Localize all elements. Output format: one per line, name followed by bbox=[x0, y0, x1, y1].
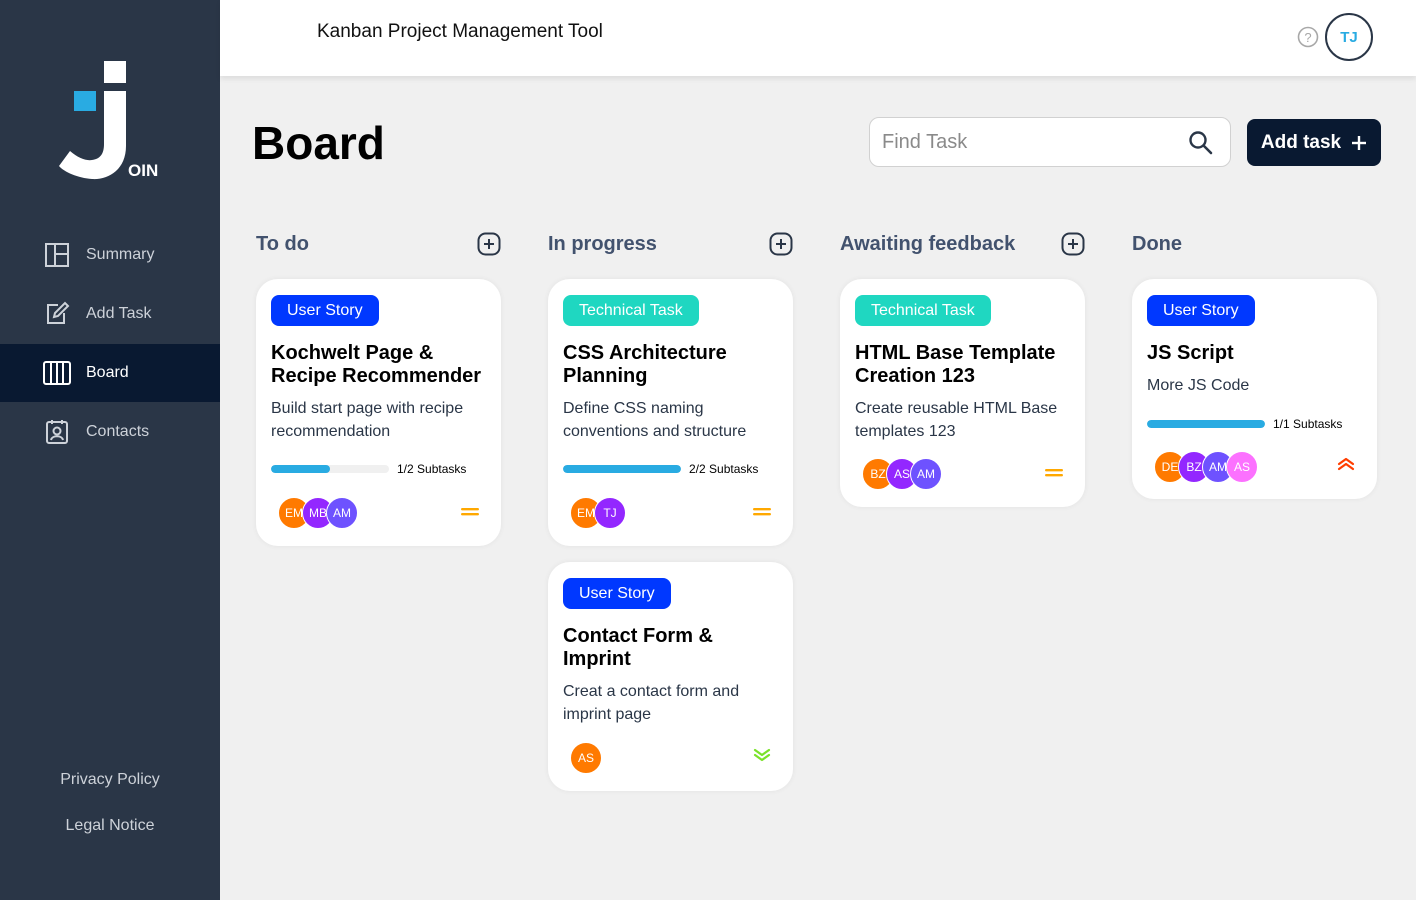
progress-fill bbox=[1147, 420, 1265, 428]
card-description: More JS Code bbox=[1147, 377, 1250, 394]
category-tag: Technical Task bbox=[855, 295, 991, 326]
sidebar-item-board[interactable]: Board bbox=[0, 344, 220, 402]
add-to-column-icon[interactable] bbox=[1061, 232, 1085, 256]
priority-medium-icon bbox=[1045, 469, 1063, 477]
card-description: Create reusable HTML Base templates 123 bbox=[855, 400, 1058, 440]
subtasks-label: 2/2 Subtasks bbox=[689, 462, 759, 476]
subtasks-label: 1/2 Subtasks bbox=[397, 462, 467, 476]
sidebar-item-label: Contacts bbox=[86, 423, 150, 440]
card-description: Define CSS naming conventions and struct… bbox=[563, 400, 747, 440]
svg-text:?: ? bbox=[1304, 30, 1311, 45]
progress-bar bbox=[1147, 420, 1265, 428]
search-box bbox=[869, 117, 1231, 167]
join-logo[interactable]: OIN bbox=[56, 58, 166, 182]
logo-text: OIN bbox=[128, 161, 158, 180]
sidebar: OIN Summary Add Task Board Contacts Priv… bbox=[0, 0, 220, 900]
card-description: Build start page with recipe recommendat… bbox=[271, 400, 464, 440]
subtask-progress: 2/2 Subtasks bbox=[563, 462, 758, 476]
sidebar-item-contacts[interactable]: Contacts bbox=[0, 403, 220, 461]
task-card[interactable]: User Story JS Script More JS Code 1/1 Su… bbox=[1132, 279, 1377, 499]
column-title: Done bbox=[1132, 232, 1182, 255]
assignee-avatar: TJ bbox=[594, 497, 626, 529]
edit-icon bbox=[42, 299, 72, 329]
sidebar-item-label: Summary bbox=[86, 246, 155, 263]
progress-bar bbox=[271, 465, 389, 473]
summary-icon bbox=[42, 240, 72, 270]
card-title: CSS Architecture Planning bbox=[563, 342, 727, 387]
task-card[interactable]: User Story Contact Form & Imprint Creat … bbox=[548, 562, 793, 791]
priority-medium-icon bbox=[461, 508, 479, 516]
category-tag: Technical Task bbox=[563, 295, 699, 326]
help-icon[interactable]: ? bbox=[1297, 26, 1319, 48]
add-task-label: Add task bbox=[1260, 131, 1342, 153]
subtask-progress: 1/2 Subtasks bbox=[271, 462, 466, 476]
sidebar-item-summary[interactable]: Summary bbox=[0, 226, 220, 284]
sidebar-nav: Summary Add Task Board Contacts bbox=[0, 226, 220, 462]
column-header-awaiting-feedback: Awaiting feedback bbox=[840, 230, 1085, 258]
assignee-avatars: EM MB AM bbox=[278, 497, 358, 529]
sidebar-item-add-task[interactable]: Add Task bbox=[0, 285, 220, 343]
task-card[interactable]: Technical Task CSS Architecture Planning… bbox=[548, 279, 793, 546]
contacts-icon bbox=[42, 417, 72, 447]
progress-fill bbox=[563, 465, 681, 473]
progress-bar bbox=[563, 465, 681, 473]
assignee-avatar: AS bbox=[1226, 451, 1258, 483]
assignee-avatar: AM bbox=[326, 497, 358, 529]
add-to-column-icon[interactable] bbox=[769, 232, 793, 256]
column-title: Awaiting feedback bbox=[840, 232, 1016, 255]
sidebar-item-label: Add Task bbox=[86, 305, 152, 322]
column-header-todo: To do bbox=[256, 230, 501, 258]
card-title: Kochwelt Page & Recipe Recommender bbox=[271, 342, 482, 387]
column-title: In progress bbox=[548, 232, 657, 255]
add-task-button[interactable]: Add task bbox=[1247, 119, 1381, 166]
sidebar-item-label: Board bbox=[86, 364, 129, 381]
column-header-in-progress: In progress bbox=[548, 230, 793, 258]
user-avatar[interactable]: TJ bbox=[1325, 13, 1373, 61]
column-header-done: Done bbox=[1132, 230, 1377, 258]
column-title: To do bbox=[256, 232, 309, 255]
task-card[interactable]: Technical Task HTML Base Template Creati… bbox=[840, 279, 1085, 507]
privacy-policy-link[interactable]: Privacy Policy bbox=[0, 764, 220, 810]
app-title: Kanban Project Management Tool bbox=[317, 21, 603, 42]
subtasks-label: 1/1 Subtasks bbox=[1273, 417, 1343, 431]
assignee-avatars: EM TJ bbox=[570, 497, 626, 529]
task-card[interactable]: User Story Kochwelt Page & Recipe Recomm… bbox=[256, 279, 501, 546]
card-title: JS Script bbox=[1147, 342, 1234, 364]
assignee-avatar: AM bbox=[910, 458, 942, 490]
subtask-progress: 1/1 Subtasks bbox=[1147, 417, 1342, 431]
legal-notice-link[interactable]: Legal Notice bbox=[0, 810, 220, 856]
sidebar-footer: Privacy Policy Legal Notice bbox=[0, 764, 220, 856]
board-icon bbox=[42, 358, 72, 388]
plus-icon bbox=[1352, 135, 1367, 150]
assignee-avatar: AS bbox=[570, 742, 602, 774]
priority-urgent-icon bbox=[1337, 457, 1355, 471]
card-title: HTML Base Template Creation 123 bbox=[855, 342, 1056, 387]
top-header: Kanban Project Management Tool ? TJ bbox=[220, 0, 1416, 76]
add-to-column-icon[interactable] bbox=[477, 232, 501, 256]
category-tag: User Story bbox=[563, 578, 671, 609]
category-tag: User Story bbox=[271, 295, 379, 326]
priority-low-icon bbox=[753, 748, 771, 762]
card-title: Contact Form & Imprint bbox=[563, 625, 713, 670]
search-input[interactable] bbox=[870, 130, 1170, 154]
assignee-avatars: DE BZ AM AS bbox=[1154, 451, 1258, 483]
progress-fill bbox=[271, 465, 330, 473]
assignee-avatars: AS bbox=[570, 742, 602, 774]
category-tag: User Story bbox=[1147, 295, 1255, 326]
card-description: Creat a contact form and imprint page bbox=[563, 683, 740, 723]
page-title: Board bbox=[252, 117, 385, 169]
search-icon[interactable] bbox=[1188, 130, 1214, 156]
assignee-avatars: BZ AS AM bbox=[862, 458, 942, 490]
priority-medium-icon bbox=[753, 508, 771, 516]
